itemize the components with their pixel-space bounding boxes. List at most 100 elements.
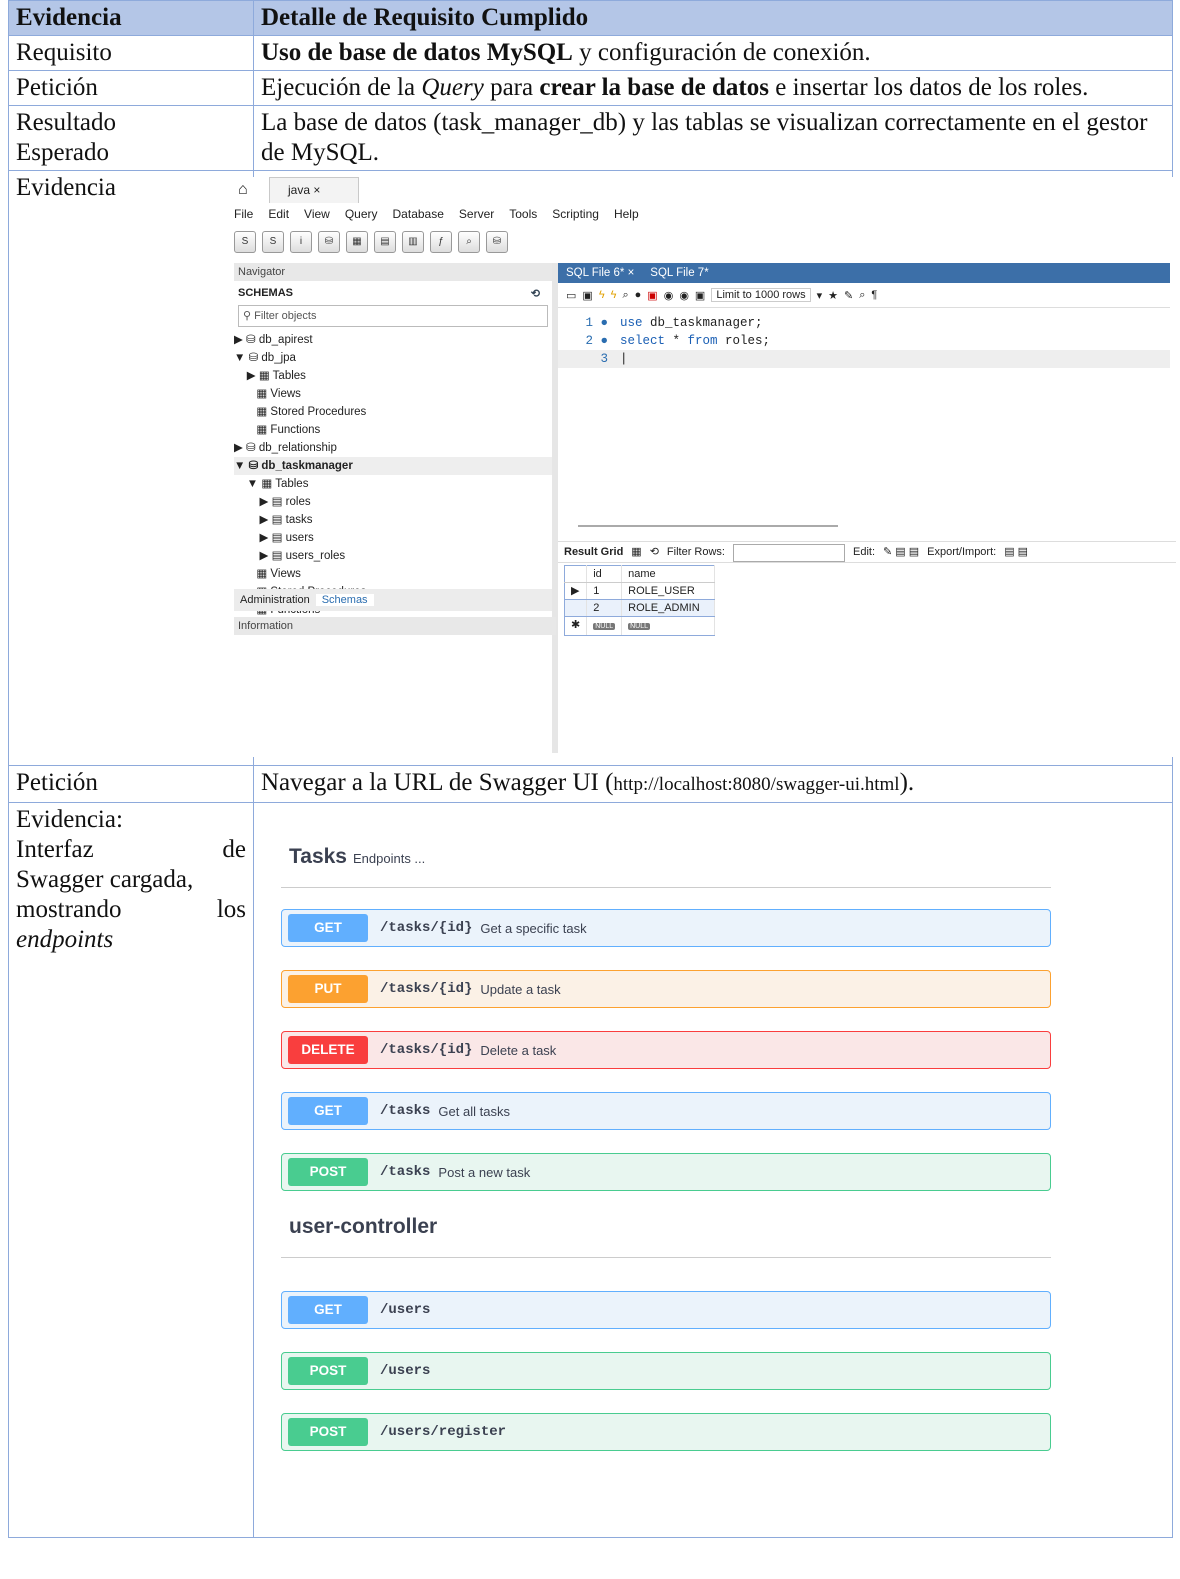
sql-keyword: from — [687, 334, 718, 348]
tree-item: ▦ Functions — [234, 424, 321, 436]
information-header: Information — [234, 617, 556, 635]
tag-name: Tasks — [289, 845, 347, 868]
operation-post[interactable]: POST/users/register — [281, 1413, 1051, 1451]
swagger-screenshot: Tasks Endpoints ... GET/tasks/{id} Get a sp… — [261, 807, 1051, 1532]
navigator-footer-tabs: Administration Schemas — [234, 589, 552, 611]
text-part: ). — [899, 769, 915, 796]
tab-schemas: Schemas — [315, 594, 374, 606]
operation-summary: Get a specific task — [480, 920, 587, 936]
workbench-menubar: File Edit View Query Database Server Tools Scri… — [234, 207, 654, 227]
text-resultado: La base de datos (task_manager_db) y las… — [253, 105, 1173, 171]
divider — [281, 1257, 1051, 1258]
sql-open-icon: S — [262, 231, 284, 253]
workbench-screenshot-cell: ⌂ java × File Edit View Query Database Server… — [234, 170, 1176, 766]
header-row: Evidencia Detalle de Requisito Cumplido — [8, 0, 1173, 36]
text-peticion: Ejecución de la Query para crear la base… — [253, 70, 1173, 106]
cell-id: 2 — [586, 599, 623, 617]
requirements-table: Evidencia Detalle de Requisito Cumplido … — [8, 0, 1176, 1538]
menu-item-help: Help — [613, 207, 639, 221]
label-italic-endpoints: endpoints — [16, 926, 114, 953]
method-badge: DELETE — [288, 1036, 368, 1064]
current-row-icon: ▶ — [563, 582, 588, 600]
workbench-screenshot: ⌂ java × File Edit View Query Database Server… — [234, 177, 1176, 757]
workbench-tabbar: ⌂ java × — [234, 177, 1164, 203]
sql-new-icon: S — [234, 231, 256, 253]
row-requisito: Requisito Uso de base de datos MySQL y c… — [8, 35, 1173, 71]
filter-placeholder: Filter objects — [254, 310, 317, 322]
cell-name: ROLE_USER — [621, 582, 716, 600]
tab-sql-file-6: SQL File 6* × — [566, 267, 635, 279]
result-grid: id name ▶ 1 ROLE_USER 2 ROLE_ADMIN ✱ NULL NULL — [563, 565, 716, 636]
editor-tabs: SQL File 6* × SQL File 7* — [558, 263, 1170, 283]
method-badge: POST — [288, 1418, 368, 1446]
tree-item: ▶ ▤ roles — [234, 496, 311, 508]
invisible-chars-icon: ¶ — [871, 289, 878, 301]
procedure-icon: ▥ — [402, 231, 424, 253]
operation-get[interactable]: GET/users — [281, 1291, 1051, 1329]
reconnect-icon: ⛁ — [486, 231, 508, 253]
row-evidencia-2: Evidencia: Interfaz de Swagger cargada, m… — [8, 802, 1173, 1538]
label-evidencia-2: Evidencia: Interfaz de Swagger cargada, m… — [8, 802, 254, 1538]
null-badge: NULL — [593, 623, 616, 630]
autocommit-icon: ▣ — [694, 289, 706, 302]
navigator-panel: Navigator SCHEMAS ⟲ ⚲ Filter objects ▶ ⛁ … — [234, 263, 558, 753]
operation-path: /tasks/{id} — [380, 1042, 473, 1058]
row-marker — [563, 565, 588, 583]
tag-heading: Tasks Endpoints ... — [289, 845, 425, 869]
beautify-icon: ★ — [828, 289, 838, 302]
operation-path: /tasks/{id} — [380, 920, 473, 936]
operation-post[interactable]: POST/tasks Post a new task — [281, 1153, 1051, 1191]
filter-input: ⚲ Filter objects — [238, 305, 548, 327]
commit-icon: ◉ — [663, 289, 674, 302]
operation-path: /users — [380, 1363, 431, 1379]
line-number: 2 ● — [585, 334, 608, 348]
refresh-icon: ⟲ — [530, 288, 540, 300]
toggle-icon: ▣ — [647, 289, 658, 302]
find-icon: ⌕ — [859, 288, 866, 301]
label-line: Evidencia: — [16, 806, 123, 833]
operation-path: /users/register — [380, 1424, 507, 1440]
label-word: de — [222, 836, 246, 863]
header-detalle: Detalle de Requisito Cumplido — [253, 0, 1173, 36]
operation-summary: Post a new task — [438, 1164, 531, 1180]
grid-icon: ▦ — [631, 546, 642, 558]
operation-path: /tasks — [380, 1164, 431, 1180]
cell-id: 1 — [586, 582, 623, 600]
tree-item: ▼ ⛁ db_taskmanager — [234, 457, 552, 475]
table-icon: ▦ — [346, 231, 368, 253]
operation-put[interactable]: PUT/tasks/{id} Update a task — [281, 970, 1051, 1008]
operation-post[interactable]: POST/users — [281, 1352, 1051, 1390]
cell-null: NULL — [621, 616, 716, 636]
folder-icon: ▭ — [566, 289, 577, 302]
tree-item: ▶ ⛁ db_apirest — [234, 334, 313, 346]
sql-text: db_taskmanager; — [642, 316, 763, 330]
tree-item: ▦ Views — [234, 388, 301, 400]
result-toolbar: Result Grid ▦ ⟲ Filter Rows: Edit: ✎ ▤ ▤… — [558, 541, 1176, 563]
tree-item: ▦ Stored Procedures — [234, 406, 367, 418]
swagger-screenshot-cell: Tasks Endpoints ... GET/tasks/{id} Get a sp… — [253, 802, 1173, 1538]
label-requisito: Requisito — [8, 35, 254, 71]
menu-item-server: Server — [458, 207, 495, 221]
code-line-current: 3 | — [558, 350, 1170, 368]
label-word: los — [216, 896, 246, 923]
operation-get[interactable]: GET/tasks/{id} Get a specific task — [281, 909, 1051, 947]
text-part: para — [483, 74, 540, 101]
operation-delete[interactable]: DELETE/tasks/{id} Delete a task — [281, 1031, 1051, 1069]
swagger-url: http://localhost:8080/swagger-ui.html — [613, 774, 900, 795]
grid-row: ▶ 1 ROLE_USER — [563, 582, 716, 600]
text-part: e insertar los datos de los roles. — [768, 74, 1089, 101]
operation-path: /users — [380, 1302, 431, 1318]
grid-row-new: ✱ NULL NULL — [563, 616, 716, 636]
sql-text: roles; — [717, 334, 771, 348]
filter-rows-label: Filter Rows: — [666, 546, 725, 558]
code-line: 2 ● select * from roles; — [558, 332, 1170, 350]
execute-current-icon: ϟ — [610, 289, 617, 301]
line-number: 1 ● — [585, 316, 608, 330]
row-marker — [563, 599, 588, 617]
operation-path: /tasks/{id} — [380, 981, 473, 997]
operation-get[interactable]: GET/tasks Get all tasks — [281, 1092, 1051, 1130]
label-word: Interfaz — [16, 836, 94, 863]
method-badge: POST — [288, 1158, 368, 1186]
text-part: Ejecución de la — [261, 74, 422, 101]
label-word: mostrando — [16, 896, 122, 923]
